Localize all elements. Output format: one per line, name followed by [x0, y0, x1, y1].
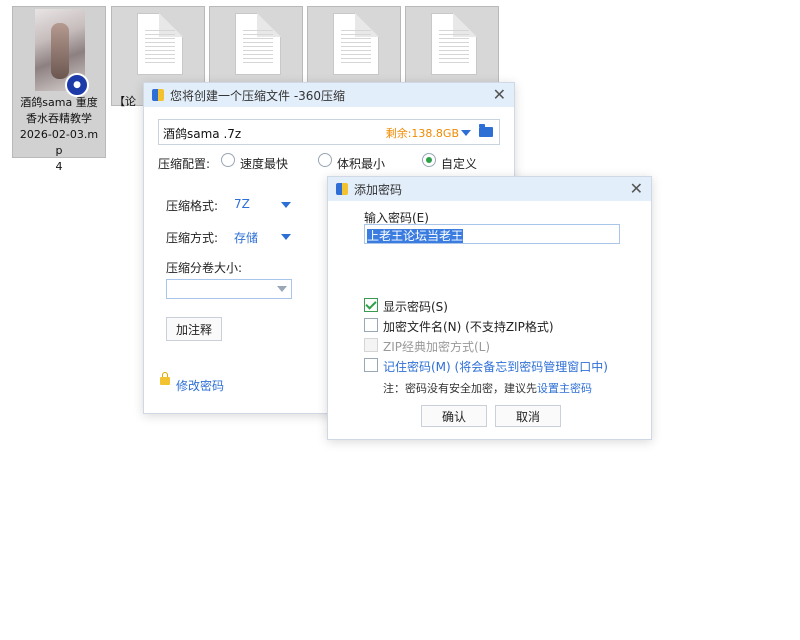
archive-app-icon [336, 183, 348, 195]
show-password-label[interactable]: 显示密码(S) [383, 298, 448, 315]
radio-fastest-label[interactable]: 速度最快 [240, 155, 288, 172]
file-caption: 酒鸽sama 重度 香水吞精教学 2026-02-03.mp 4 [13, 95, 105, 175]
free-space-label: 剩余:138.8GB [385, 127, 459, 140]
archive-app-icon [152, 89, 164, 101]
method-select[interactable]: 存储 [234, 229, 258, 246]
close-icon[interactable]: ✕ [630, 179, 643, 198]
show-password-checkbox[interactable] [364, 298, 378, 312]
document-icon [137, 13, 183, 75]
chevron-down-icon[interactable] [277, 286, 287, 292]
add-comment-button[interactable]: 加注释 [166, 317, 222, 341]
file-caption-line: 2026-02-03.mp [19, 128, 99, 157]
video-file-tile[interactable]: ● 酒鸽sama 重度 香水吞精教学 2026-02-03.mp 4 [12, 6, 106, 173]
archive-path-field[interactable]: 酒鸽sama .7z 剩余:138.8GB [158, 119, 500, 145]
security-note: 注：密码没有安全加密，建议先设置主密码 [383, 380, 592, 396]
radio-smallest[interactable] [318, 153, 332, 167]
cancel-button[interactable]: 取消 [495, 405, 561, 427]
chevron-down-icon[interactable] [281, 202, 291, 208]
video-player-icon: ● [65, 73, 89, 97]
radio-smallest-label[interactable]: 体积最小 [337, 155, 385, 172]
modify-password-link[interactable]: 修改密码 [176, 377, 224, 394]
format-label: 压缩格式: [166, 199, 219, 213]
file-caption-line: 香水吞精教学 [26, 112, 92, 125]
radio-fastest[interactable] [221, 153, 235, 167]
compress-dialog-title: 您将创建一个压缩文件 -360压缩 [170, 89, 346, 103]
set-master-password-link[interactable]: 设置主密码 [537, 382, 592, 395]
document-icon [431, 13, 477, 75]
format-select[interactable]: 7Z [234, 197, 250, 211]
zip-classic-checkbox [364, 338, 378, 352]
document-icon [333, 13, 379, 75]
config-label: 压缩配置: [158, 157, 211, 171]
volume-label: 压缩分卷大小: [166, 261, 243, 275]
radio-custom-label[interactable]: 自定义 [441, 155, 477, 172]
chevron-down-icon[interactable] [281, 234, 291, 240]
method-label: 压缩方式: [166, 231, 219, 245]
add-password-dialog: 添加密码 ✕ 输入密码(E) 上老王论坛当老王 显示密码(S) 加密文件名(N)… [327, 176, 652, 440]
radio-custom[interactable] [422, 153, 436, 167]
file-caption-line: 酒鸽sama 重度 [20, 96, 98, 109]
encrypt-filename-label[interactable]: 加密文件名(N) (不支持ZIP格式) [383, 318, 554, 335]
volume-size-select[interactable] [166, 279, 292, 299]
zip-classic-label: ZIP经典加密方式(L) [383, 340, 491, 354]
compress-dialog-titlebar[interactable]: 您将创建一个压缩文件 -360压缩 ✕ [144, 83, 514, 107]
file-caption: 【论 [114, 95, 136, 108]
password-dialog-titlebar[interactable]: 添加密码 ✕ [328, 177, 651, 201]
remember-password-label[interactable]: 记住密码(M) (将会备忘到密码管理窗口中) [383, 358, 608, 375]
archive-name: 酒鸽sama .7z [163, 127, 242, 141]
password-input[interactable]: 上老王论坛当老王 [364, 224, 620, 244]
file-caption-line: 4 [55, 160, 63, 173]
chevron-down-icon[interactable] [461, 130, 471, 136]
encrypt-filename-checkbox[interactable] [364, 318, 378, 332]
thumbnail-figure [51, 23, 69, 79]
security-note-text: 注：密码没有安全加密，建议先 [383, 382, 537, 395]
password-value: 上老王论坛当老王 [367, 229, 464, 243]
password-dialog-title: 添加密码 [354, 183, 403, 197]
remember-password-checkbox[interactable] [364, 358, 378, 372]
close-icon[interactable]: ✕ [493, 85, 506, 104]
document-icon [235, 13, 281, 75]
confirm-button[interactable]: 确认 [421, 405, 487, 427]
folder-icon[interactable] [479, 124, 493, 137]
lock-icon [160, 372, 170, 385]
